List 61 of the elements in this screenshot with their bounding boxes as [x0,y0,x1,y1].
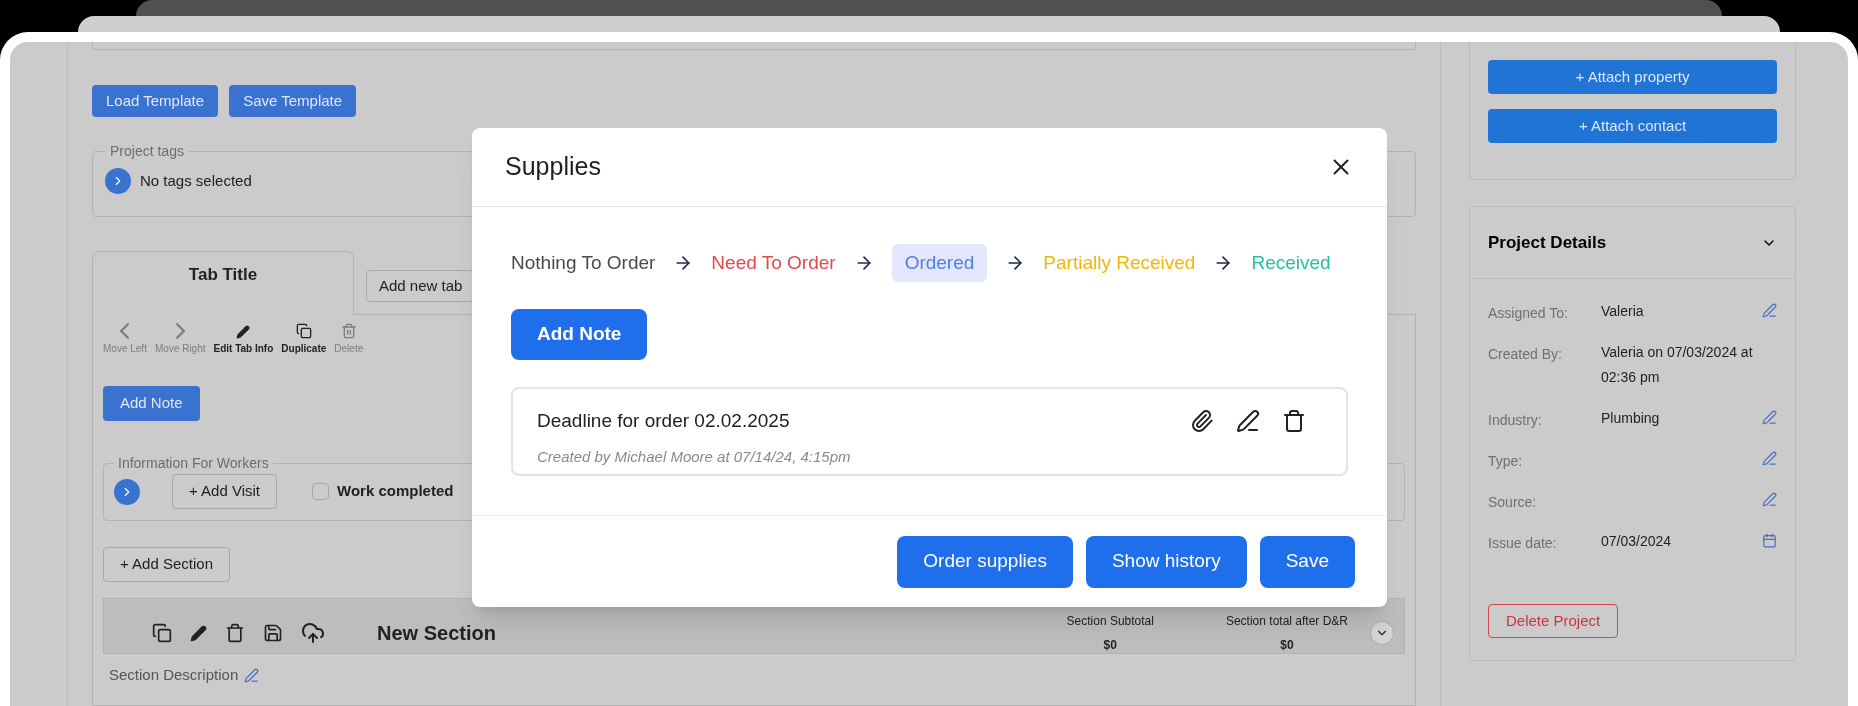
details-title: Project Details [1488,231,1607,254]
add-note-button[interactable]: Add Note [103,386,200,421]
toolbar-button[interactable]: Duplicate [281,323,327,356]
dialog-title: Supplies [505,151,601,183]
trash-icon[interactable] [1282,409,1306,433]
detail-value: Valeria on 07/03/2024 at 02:36 pm [1601,343,1754,387]
total-value: $0 [1280,637,1294,654]
tab[interactable]: Tab Title [92,251,354,315]
note-meta: Created by Michael Moore at 07/14/24, 4:15pm [537,446,851,467]
delete-project-button[interactable]: Delete Project [1488,604,1619,638]
detail-value: 07/03/2024 [1601,532,1673,551]
fieldset-legend: Project tags [105,141,189,162]
save-icon[interactable] [263,623,283,643]
upload-icon[interactable] [301,621,325,645]
edit-icon[interactable] [1236,409,1260,433]
status-step[interactable]: Received [1251,244,1331,282]
dialog-button[interactable]: Show history [1085,535,1247,588]
detail-label: Source: [1488,493,1538,512]
checkbox[interactable] [312,483,330,500]
checkbox-label: Work completed [337,481,454,502]
status-step[interactable]: Nothing To Order [511,244,656,282]
section-description-label: Section Description [109,665,239,685]
expand-icon[interactable] [114,478,140,505]
tags-value: No tags selected [140,170,252,191]
status-step[interactable]: Need To Order [711,244,836,282]
add-section-button[interactable]: + Add Section [103,547,230,582]
detail-label: Assigned To: [1488,304,1569,323]
add-note-button[interactable]: Add Note [511,309,648,360]
attach-button[interactable]: + Attach contact [1488,109,1777,143]
toolbar-button[interactable]: Edit Tab Info [213,325,274,356]
pencil-icon [236,325,251,339]
trash-icon [340,323,357,339]
template-button[interactable]: Save Template [229,85,357,117]
template-button[interactable]: Load Template [92,85,219,117]
detail-label: Type: [1488,452,1524,471]
expand-icon[interactable] [105,168,131,194]
section-toggle[interactable] [1370,621,1394,645]
total-label: Section Subtotal [1066,613,1154,630]
detail-value: Valeria [1601,302,1645,321]
dialog-button[interactable]: Save [1259,535,1355,588]
detail-value: Plumbing [1601,409,1661,428]
pencil-icon[interactable] [190,624,207,642]
copy-icon [295,323,312,339]
total-value: $0 [1103,637,1117,654]
attach-button[interactable]: + Attach property [1488,60,1777,94]
detail-label: Issue date: [1488,534,1558,553]
trash-icon[interactable] [225,623,245,643]
detail-label: Created By: [1488,345,1563,364]
calendar-icon[interactable] [1762,533,1777,548]
chevron-right-icon [175,323,185,339]
section-title: New Section [377,621,496,646]
chevron-left-icon [120,323,130,339]
detail-label: Industry: [1488,411,1543,430]
add-visit-button[interactable]: + Add Visit [172,474,278,509]
paperclip-icon[interactable] [1190,409,1214,433]
fieldset-legend: Information For Workers [114,453,273,474]
dialog-button[interactable]: Order supplies [897,535,1073,588]
note-text: Deadline for order 02.02.2025 [537,409,791,433]
total-label: Section total after D&R [1225,613,1348,630]
copy-icon[interactable] [152,623,172,643]
status-step[interactable]: Ordered [891,244,988,282]
